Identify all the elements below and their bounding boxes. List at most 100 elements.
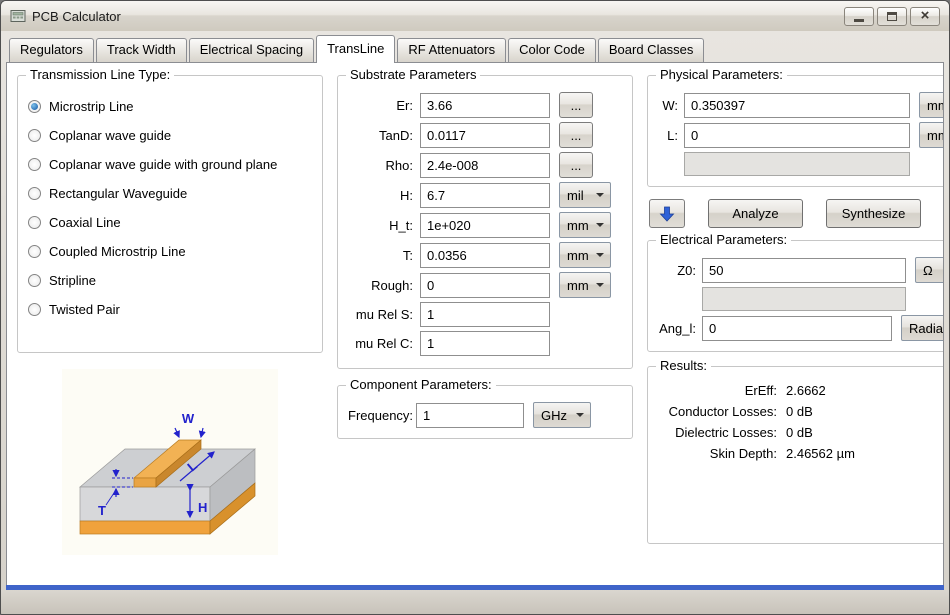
results-group: Results: ErEff: 2.6662 Conductor Losses:… (647, 366, 944, 544)
angl-row: Ang_l: Radian (658, 315, 944, 341)
mu-rel-c-row: mu Rel C: (348, 331, 622, 356)
result-skin-depth: Skin Depth: 2.46562 µm (658, 446, 944, 461)
tab-rf-attenuators[interactable]: RF Attenuators (397, 38, 506, 62)
radio-option-coplanar-with-ground-plane[interactable]: Coplanar wave guide with ground plane (28, 150, 312, 179)
substrate-parameters-group: Substrate Parameters Er: ... TanD: ... R… (337, 75, 633, 369)
angl-input[interactable] (702, 316, 892, 341)
er-row: Er: ... (348, 92, 622, 118)
tab-track-width[interactable]: Track Width (96, 38, 187, 62)
close-button[interactable]: × (910, 7, 940, 26)
h-input[interactable] (420, 183, 550, 208)
ht-input[interactable] (420, 213, 550, 238)
w-unit-select[interactable]: mm (919, 92, 944, 118)
group-title: Physical Parameters: (656, 67, 787, 82)
angl-unit-select[interactable]: Radian (901, 315, 944, 341)
radio-label: Coplanar wave guide with ground plane (49, 157, 277, 172)
radio-indicator (28, 100, 41, 113)
group-title: Component Parameters: (346, 377, 496, 392)
radio-label: Twisted Pair (49, 302, 120, 317)
transline-panel: Transmission Line Type: Microstrip Line … (6, 62, 944, 585)
close-icon: × (921, 8, 930, 23)
tab-electrical-spacing[interactable]: Electrical Spacing (189, 38, 314, 62)
er-more-button[interactable]: ... (559, 92, 593, 118)
radio-indicator (28, 303, 41, 316)
radio-label: Coplanar wave guide (49, 128, 171, 143)
copy-down-button[interactable] (649, 199, 685, 228)
radio-option-coaxial-line[interactable]: Coaxial Line (28, 208, 312, 237)
t-input[interactable] (420, 243, 550, 268)
radio-option-coplanar-wave-guide[interactable]: Coplanar wave guide (28, 121, 312, 150)
mu-rel-c-label: mu Rel C: (348, 336, 420, 351)
radio-indicator (28, 187, 41, 200)
tand-input[interactable] (420, 123, 550, 148)
minimize-icon (854, 19, 864, 22)
er-input[interactable] (420, 93, 550, 118)
tand-more-button[interactable]: ... (559, 122, 593, 148)
synthesize-button[interactable]: Synthesize (826, 199, 921, 228)
rho-label: Rho: (348, 158, 420, 173)
radio-indicator (28, 274, 41, 287)
transmission-line-type-group: Transmission Line Type: Microstrip Line … (17, 75, 323, 353)
w-label: W: (658, 98, 684, 113)
radio-option-coupled-microstrip-line[interactable]: Coupled Microstrip Line (28, 237, 312, 266)
h-label: H: (348, 188, 420, 203)
frequency-unit-select[interactable]: GHz (533, 402, 591, 428)
frequency-label: Frequency: (348, 408, 416, 423)
l-row: L: mm (658, 122, 944, 148)
radio-option-rectangular-waveguide[interactable]: Rectangular Waveguide (28, 179, 312, 208)
tand-label: TanD: (348, 128, 420, 143)
radio-label: Stripline (49, 273, 96, 288)
t-label: T: (348, 248, 420, 263)
rho-input[interactable] (420, 153, 550, 178)
tab-regulators[interactable]: Regulators (9, 38, 94, 62)
result-conductor-losses: Conductor Losses: 0 dB (658, 404, 944, 419)
rough-row: Rough: mm (348, 272, 622, 298)
h-unit-select[interactable]: mil (559, 182, 611, 208)
electrical-aux-row (658, 287, 944, 311)
rho-more-button[interactable]: ... (559, 152, 593, 178)
l-unit-select[interactable]: mm (919, 122, 944, 148)
maximize-icon (887, 12, 897, 21)
group-title: Results: (656, 358, 711, 373)
angl-label: Ang_l: (658, 321, 702, 336)
t-row: T: mm (348, 242, 622, 268)
maximize-button[interactable] (877, 7, 907, 26)
radio-option-stripline[interactable]: Stripline (28, 266, 312, 295)
physical-aux-row (658, 152, 944, 176)
tab-board-classes[interactable]: Board Classes (598, 38, 705, 62)
mu-rel-c-input[interactable] (420, 331, 550, 356)
rho-row: Rho: ... (348, 152, 622, 178)
z0-unit-select[interactable]: Ω (915, 257, 944, 283)
app-icon (10, 8, 26, 24)
frequency-input[interactable] (416, 403, 524, 428)
tab-color-code[interactable]: Color Code (508, 38, 596, 62)
z0-input[interactable] (702, 258, 906, 283)
ht-unit-select[interactable]: mm (559, 212, 611, 238)
w-input[interactable] (684, 93, 910, 118)
electrical-aux-field (702, 287, 906, 311)
component-parameters-group: Component Parameters: Frequency: GHz (337, 385, 633, 439)
frequency-row: Frequency: GHz (348, 402, 622, 428)
analyze-button[interactable]: Analyze (708, 199, 803, 228)
h-row: H: mil (348, 182, 622, 208)
rough-input[interactable] (420, 273, 550, 298)
tab-transline[interactable]: TransLine (316, 35, 395, 63)
tab-bar: Regulators Track Width Electrical Spacin… (1, 31, 949, 62)
mu-rel-s-input[interactable] (420, 302, 550, 327)
ht-label: H_t: (348, 218, 420, 233)
group-title: Substrate Parameters (346, 67, 480, 82)
rough-unit-select[interactable]: mm (559, 272, 611, 298)
l-input[interactable] (684, 123, 910, 148)
window-title: PCB Calculator (32, 9, 121, 24)
radio-option-twisted-pair[interactable]: Twisted Pair (28, 295, 312, 324)
radio-option-microstrip-line[interactable]: Microstrip Line (28, 92, 312, 121)
group-title: Transmission Line Type: (26, 67, 174, 82)
minimize-button[interactable] (844, 7, 874, 26)
group-title: Electrical Parameters: (656, 232, 791, 247)
title-bar: PCB Calculator × (1, 1, 949, 31)
radio-indicator (28, 216, 41, 229)
t-unit-select[interactable]: mm (559, 242, 611, 268)
mu-rel-s-label: mu Rel S: (348, 307, 420, 322)
radio-label: Rectangular Waveguide (49, 186, 187, 201)
electrical-parameters-group: Electrical Parameters: Z0: Ω Ang_l: Radi… (647, 240, 944, 352)
